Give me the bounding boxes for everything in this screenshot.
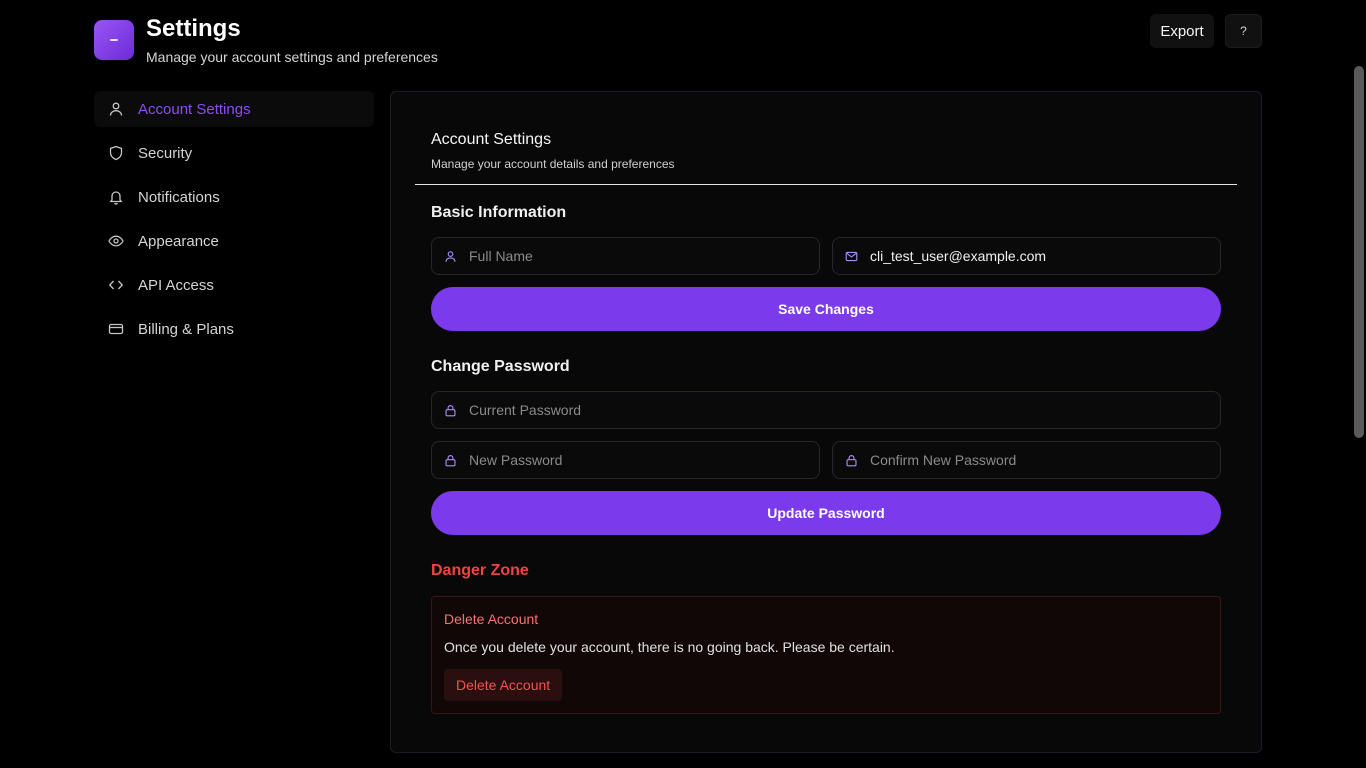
credit-card-icon bbox=[107, 320, 125, 338]
bell-icon bbox=[107, 188, 125, 206]
page-scrollbar[interactable] bbox=[1354, 66, 1364, 438]
eye-icon bbox=[107, 232, 125, 250]
settings-card: Account Settings Manage your account det… bbox=[390, 91, 1262, 753]
sidebar-item-billing-plans[interactable]: Billing & Plans bbox=[94, 311, 374, 347]
sidebar-item-security[interactable]: Security bbox=[94, 135, 374, 171]
sidebar-item-label: API Access bbox=[138, 276, 214, 294]
sidebar: Account Settings Security Notifications … bbox=[94, 91, 374, 355]
user-icon bbox=[107, 100, 125, 118]
help-button[interactable]: ? bbox=[1225, 14, 1262, 48]
delete-account-description: Once you delete your account, there is n… bbox=[444, 639, 895, 655]
page-title: Settings bbox=[146, 15, 241, 42]
app-logo bbox=[94, 20, 134, 60]
card-subtitle: Manage your account details and preferen… bbox=[431, 157, 675, 171]
sidebar-item-account-settings[interactable]: Account Settings bbox=[94, 91, 374, 127]
full-name-field[interactable] bbox=[431, 237, 820, 275]
delete-account-title: Delete Account bbox=[444, 611, 539, 627]
danger-zone-box: Delete Account Once you delete your acco… bbox=[431, 596, 1221, 714]
shield-icon bbox=[107, 144, 125, 162]
sidebar-item-label: Security bbox=[138, 144, 193, 162]
confirm-password-field[interactable] bbox=[832, 441, 1221, 479]
user-icon bbox=[444, 249, 458, 263]
basic-information-heading: Basic Information bbox=[431, 204, 567, 221]
full-name-input[interactable] bbox=[469, 248, 789, 264]
code-icon bbox=[107, 276, 125, 294]
sidebar-item-appearance[interactable]: Appearance bbox=[94, 223, 374, 259]
sidebar-item-api-access[interactable]: API Access bbox=[94, 267, 374, 303]
email-input[interactable] bbox=[870, 248, 1190, 264]
change-password-heading: Change Password bbox=[431, 358, 570, 375]
sidebar-item-label: Appearance bbox=[138, 232, 219, 250]
card-title: Account Settings bbox=[431, 131, 552, 148]
logo-mark bbox=[110, 39, 118, 41]
lock-icon bbox=[444, 453, 458, 467]
sidebar-item-notifications[interactable]: Notifications bbox=[94, 179, 374, 215]
update-password-button[interactable]: Update Password bbox=[431, 491, 1221, 535]
current-password-field[interactable] bbox=[431, 391, 1221, 429]
sidebar-item-label: Account Settings bbox=[138, 100, 251, 118]
danger-zone-heading: Danger Zone bbox=[431, 562, 529, 579]
lock-icon bbox=[845, 453, 859, 467]
new-password-field[interactable] bbox=[431, 441, 820, 479]
export-button[interactable]: Export bbox=[1150, 14, 1214, 48]
sidebar-item-label: Notifications bbox=[138, 188, 220, 206]
email-field[interactable] bbox=[832, 237, 1221, 275]
mail-icon bbox=[845, 249, 859, 263]
new-password-input[interactable] bbox=[469, 452, 789, 468]
lock-icon bbox=[444, 403, 458, 417]
confirm-password-input[interactable] bbox=[870, 452, 1190, 468]
page-subtitle: Manage your account settings and prefere… bbox=[146, 49, 438, 65]
sidebar-item-label: Billing & Plans bbox=[138, 320, 234, 338]
delete-account-button[interactable]: Delete Account bbox=[444, 669, 563, 701]
divider bbox=[415, 184, 1237, 185]
current-password-input[interactable] bbox=[469, 402, 789, 418]
save-changes-button[interactable]: Save Changes bbox=[431, 287, 1221, 331]
